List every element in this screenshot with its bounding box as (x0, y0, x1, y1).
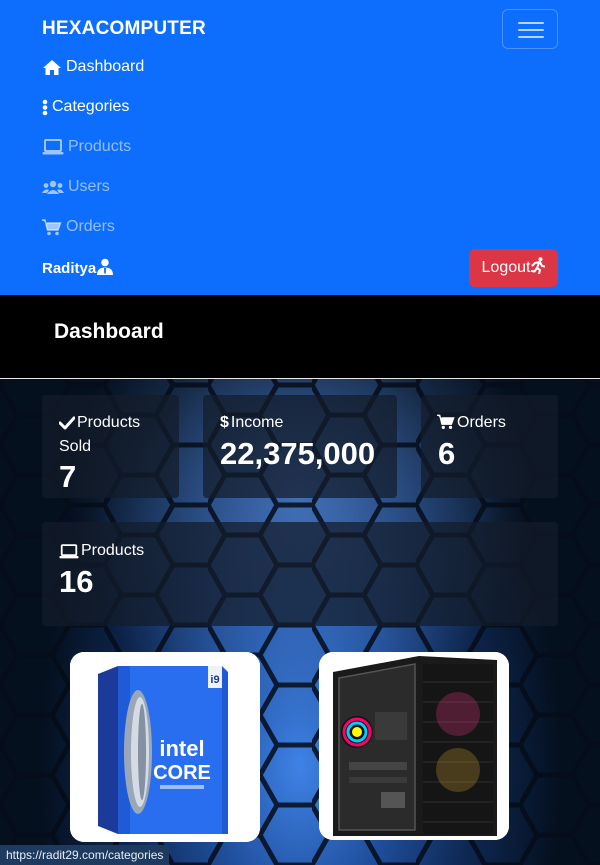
user-tie-icon (97, 258, 114, 279)
svg-text:i9: i9 (210, 674, 219, 686)
navbar-toggler-button[interactable] (502, 9, 558, 49)
laptop-icon (42, 139, 64, 155)
dollar-icon: $ (220, 414, 229, 431)
ellipsis-vertical-icon (42, 99, 48, 116)
navbar: HEXACOMPUTER Dashboard Categories Produc… (0, 0, 600, 295)
brand-logo[interactable]: HEXACOMPUTER (42, 18, 206, 40)
hamburger-icon (518, 22, 544, 24)
laptop-icon (59, 543, 79, 566)
nav-item-label: Users (68, 178, 110, 195)
stat-card-orders: Orders 6 (421, 395, 558, 498)
stat-value: 16 (59, 564, 94, 599)
nav-item-orders[interactable]: Orders (42, 218, 115, 236)
product-image-pc-case[interactable] (319, 652, 509, 840)
cart-icon (437, 414, 455, 437)
nav-item-label: Categories (52, 98, 130, 115)
nav-item-users[interactable]: Users (42, 178, 110, 196)
stat-card-products: Products 16 (42, 522, 558, 626)
stat-card-products-sold: Products Sold 7 (42, 395, 179, 498)
check-icon (58, 414, 76, 437)
nav-item-label: Products (68, 138, 132, 155)
stat-label: Orders (457, 414, 506, 431)
stat-value: 7 (59, 459, 77, 494)
nav-item-label: Dashboard (66, 58, 145, 75)
product-image-intel-cpu[interactable]: i9 intel CORE (70, 652, 260, 842)
nav-item-products[interactable]: Products (42, 138, 131, 156)
logout-button[interactable]: Logout (469, 249, 558, 287)
stat-card-income: $ Income 22,375,000 (203, 395, 397, 498)
stat-label: Products (81, 542, 145, 559)
status-bar-url: https://radit29.com/categories (0, 845, 170, 865)
intel-cpu-box-icon: i9 intel CORE (70, 652, 260, 842)
nav-item-dashboard[interactable]: Dashboard (42, 58, 144, 76)
nav-item-categories[interactable]: Categories (42, 98, 129, 116)
cart-icon (42, 218, 62, 236)
users-icon (42, 180, 64, 195)
stat-label-line2: Sold (59, 438, 92, 455)
page-title: Dashboard (54, 320, 164, 343)
home-icon (42, 59, 62, 76)
stat-value: 22,375,000 (220, 436, 376, 471)
svg-text:CORE: CORE (153, 762, 211, 784)
svg-text:intel: intel (159, 736, 204, 761)
stat-label: Income (230, 414, 284, 431)
running-icon (530, 257, 546, 279)
pc-case-icon (319, 652, 509, 840)
stat-value: 6 (438, 436, 456, 471)
user-name: Raditya (42, 258, 114, 279)
nav-item-label: Orders (66, 218, 115, 235)
